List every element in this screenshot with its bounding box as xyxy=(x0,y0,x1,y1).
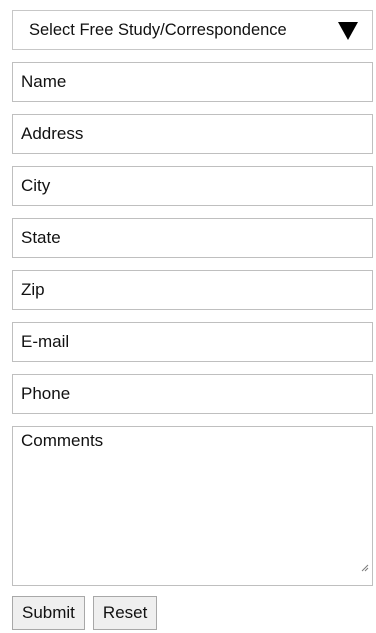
reset-button[interactable]: Reset xyxy=(92,596,158,630)
resize-grip-icon[interactable] xyxy=(361,564,369,572)
contact-form: Select Free Study/Correspondence Submit … xyxy=(12,10,373,630)
email-input[interactable] xyxy=(12,322,373,362)
study-select-value: Select Free Study/Correspondence xyxy=(29,21,287,39)
comments-wrapper xyxy=(12,426,373,586)
triangle-down-icon[interactable] xyxy=(338,22,358,40)
name-input[interactable] xyxy=(12,62,373,102)
address-input[interactable] xyxy=(12,114,373,154)
zip-input[interactable] xyxy=(12,270,373,310)
form-actions: Submit Reset xyxy=(12,596,373,630)
state-input[interactable] xyxy=(12,218,373,258)
submit-button[interactable]: Submit xyxy=(12,596,85,630)
phone-input[interactable] xyxy=(12,374,373,414)
city-input[interactable] xyxy=(12,166,373,206)
comments-textarea[interactable] xyxy=(12,426,373,586)
study-select[interactable]: Select Free Study/Correspondence xyxy=(12,10,373,50)
